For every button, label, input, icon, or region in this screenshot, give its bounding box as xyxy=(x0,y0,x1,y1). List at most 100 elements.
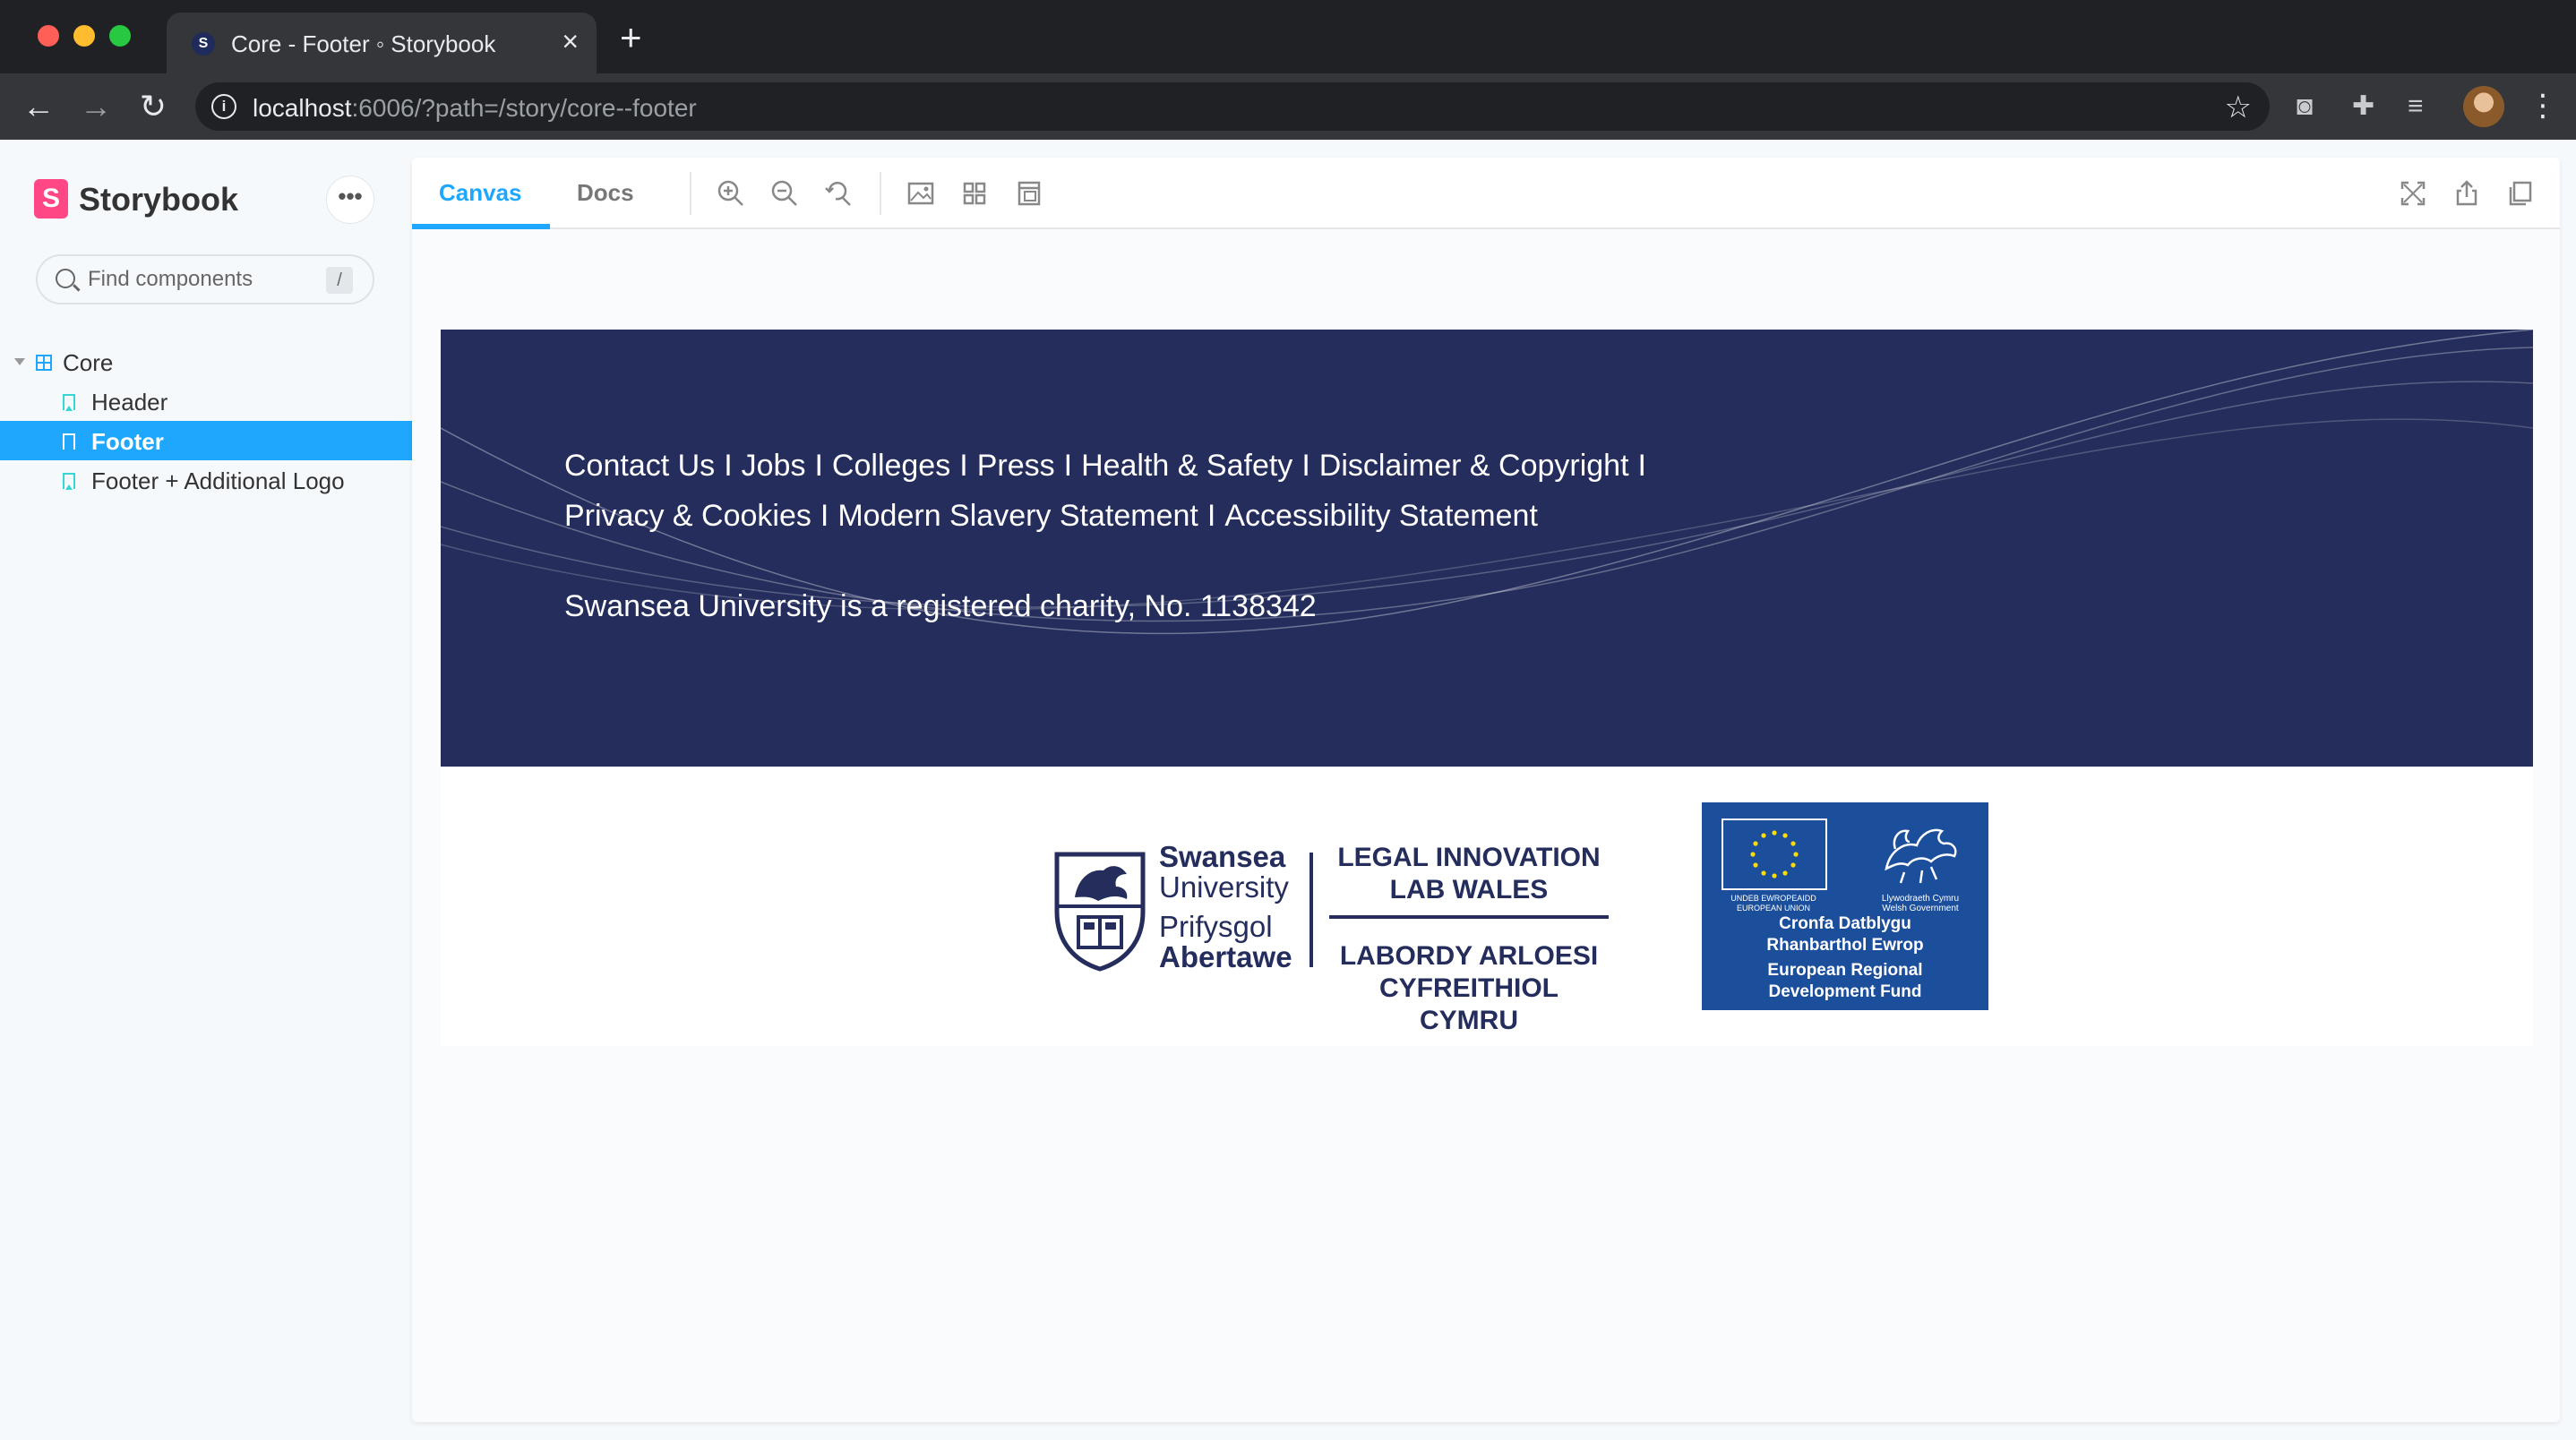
logo-divider xyxy=(1309,853,1313,967)
footer-separator: I xyxy=(1301,449,1310,483)
footer-separator: I xyxy=(959,449,968,483)
footer-link-disclaimer[interactable]: Disclaimer & Copyright xyxy=(1319,449,1629,483)
viewport-icon[interactable] xyxy=(1012,177,1044,210)
browser-toolbar: ← → ↻ i localhost:6006/?path=/story/core… xyxy=(0,73,2576,140)
storybook-logo-icon: S xyxy=(34,179,68,219)
component-grid-icon xyxy=(36,355,52,371)
chevron-down-icon xyxy=(14,358,25,365)
component-search[interactable]: / xyxy=(36,254,374,304)
story-canvas: Contact Us I Jobs I Colleges I Press I Health & … xyxy=(412,229,2560,1422)
sidebar-item-label: Footer xyxy=(91,428,164,455)
footer-links: Contact Us I Jobs I Colleges I Press I Health & … xyxy=(564,441,1818,541)
browser-menu-icon[interactable]: ⋮ xyxy=(2528,88,2558,124)
footer-separator: I xyxy=(1063,449,1073,483)
zoom-out-icon[interactable] xyxy=(769,177,801,210)
new-tab-icon[interactable]: + xyxy=(620,19,642,56)
sidebar-group-core[interactable]: Core xyxy=(0,342,412,381)
toolbar-divider xyxy=(690,172,691,215)
footer-links-line-1: Contact Us I Jobs I Colleges I Press I Health & … xyxy=(564,441,1818,491)
erdf-name-cy: Cronfa Datblygu Rhanbarthol Ewrop xyxy=(1766,914,1924,955)
search-shortcut-key: / xyxy=(326,267,353,294)
reload-icon[interactable]: ↻ xyxy=(134,88,172,125)
share-icon[interactable] xyxy=(2451,177,2483,210)
tab-title: Core - Footer ◦ Storybook xyxy=(231,30,496,57)
profile-avatar[interactable] xyxy=(2463,86,2504,127)
footer-link-contact[interactable]: Contact Us xyxy=(564,449,715,483)
welsh-dragon-icon xyxy=(1885,828,1957,884)
swansea-name-en-2: University xyxy=(1159,870,1289,904)
footer-link-accessibility[interactable]: Accessibility Statement xyxy=(1224,499,1538,533)
swansea-name-cy-2: Abertawe xyxy=(1159,940,1292,973)
swansea-name-cy-1: Prifysgol xyxy=(1159,910,1273,943)
site-footer: Contact Us I Jobs I Colleges I Press I Health & … xyxy=(441,330,2533,767)
erdf-name-en: European Regional Development Fund xyxy=(1767,961,1923,1001)
sidebar-group-label: Core xyxy=(63,349,114,376)
sidebar-item-header[interactable]: Header xyxy=(0,381,412,421)
grid-icon[interactable] xyxy=(958,177,991,210)
bookmark-star-icon[interactable]: ☆ xyxy=(2225,90,2252,125)
tab-docs[interactable]: Docs xyxy=(577,179,634,207)
footer-link-privacy[interactable]: Privacy & Cookies xyxy=(564,499,811,533)
fullscreen-icon[interactable] xyxy=(2397,177,2429,210)
storybook-sidebar: S Storybook ••• / Core Header Footer Foo… xyxy=(0,140,412,1440)
footer-links-line-2: Privacy & Cookies I Modern Slavery Stateme… xyxy=(564,491,1818,541)
address-bar[interactable]: i localhost:6006/?path=/story/core--foot… xyxy=(195,82,2270,131)
lab-name-en: LEGAL INNOVATION LAB WALES xyxy=(1337,843,1601,904)
favicon-icon: S xyxy=(192,32,215,56)
bookmark-icon xyxy=(63,433,75,450)
search-icon xyxy=(56,269,75,288)
footer-separator: I xyxy=(1206,499,1216,533)
close-window-button[interactable] xyxy=(38,25,59,47)
zoom-reset-icon[interactable] xyxy=(822,177,854,210)
lab-rule xyxy=(1329,915,1609,919)
toolbar-divider xyxy=(880,172,881,215)
search-input[interactable] xyxy=(88,267,303,292)
footer-separator: I xyxy=(1637,449,1646,483)
forward-arrow-icon[interactable]: → xyxy=(77,88,115,125)
preview-toolbar: Canvas Docs xyxy=(412,158,2560,229)
eu-flag-icon xyxy=(1722,819,1827,890)
maximize-window-button[interactable] xyxy=(109,25,131,47)
extensions-puzzle-icon[interactable]: ✚ xyxy=(2352,90,2374,124)
swansea-name-en-1: Swansea xyxy=(1159,840,1286,873)
bookmark-icon xyxy=(63,394,75,411)
sidebar-item-label: Footer + Additional Logo xyxy=(91,467,345,494)
footer-logos: Swansea University Prifysgol Abertawe LE… xyxy=(441,767,2533,1046)
storybook-brand[interactable]: Storybook xyxy=(79,181,238,219)
copy-link-icon[interactable] xyxy=(2504,177,2537,210)
sidebar-item-label: Header xyxy=(91,389,168,416)
sidebar-item-footer-additional-logo[interactable]: Footer + Additional Logo xyxy=(0,460,412,500)
footer-separator: I xyxy=(814,449,823,483)
footer-link-press[interactable]: Press xyxy=(977,449,1055,483)
footer-separator: I xyxy=(724,449,733,483)
zoom-in-icon[interactable] xyxy=(715,177,747,210)
welsh-gov-caption: Llywodraeth Cymru Welsh Government xyxy=(1881,894,1960,913)
browser-tab[interactable]: S Core - Footer ◦ Storybook × xyxy=(167,13,597,73)
decorative-waves xyxy=(441,330,2533,635)
swansea-lab-logo[interactable]: Swansea University Prifysgol Abertawe LE… xyxy=(1052,842,1696,1035)
footer-link-colleges[interactable]: Colleges xyxy=(832,449,950,483)
footer-link-modern-slavery[interactable]: Modern Slavery Statement xyxy=(837,499,1198,533)
close-tab-icon[interactable]: × xyxy=(562,27,579,56)
info-icon[interactable]: i xyxy=(211,94,236,119)
sidebar-item-footer[interactable]: Footer xyxy=(0,421,412,460)
background-image-icon[interactable] xyxy=(905,177,937,210)
lab-name-cy: LABORDY ARLOESI CYFREITHIOL CYMRU xyxy=(1339,941,1599,1035)
footer-link-jobs[interactable]: Jobs xyxy=(742,449,806,483)
preview-panel: Canvas Docs Contact Us I Jobs I Colleges… xyxy=(412,158,2560,1422)
swansea-crest-icon xyxy=(1054,852,1146,972)
browser-titlebar: S Core - Footer ◦ Storybook × + xyxy=(0,0,2576,73)
media-control-icon[interactable]: ≡ xyxy=(2408,90,2424,124)
eu-caption: UNDEB EWROPEAIDD EUROPEAN UNION xyxy=(1730,894,1816,913)
footer-separator: I xyxy=(820,499,829,533)
url-text[interactable]: localhost:6006/?path=/story/core--footer xyxy=(253,94,697,123)
sidebar-menu-button[interactable]: ••• xyxy=(326,176,374,224)
back-arrow-icon[interactable]: ← xyxy=(20,88,57,125)
camera-icon[interactable]: ◙ xyxy=(2297,90,2313,124)
bookmark-icon xyxy=(63,473,75,490)
minimize-window-button[interactable] xyxy=(73,25,95,47)
swansea-wordmark: Swansea University Prifysgol Abertawe xyxy=(1159,842,1292,973)
footer-link-health-safety[interactable]: Health & Safety xyxy=(1081,449,1292,483)
tab-canvas[interactable]: Canvas xyxy=(439,179,522,207)
erdf-logo[interactable]: UNDEB EWROPEAIDD EUROPEAN UNION Llywodra… xyxy=(1702,802,1988,1010)
